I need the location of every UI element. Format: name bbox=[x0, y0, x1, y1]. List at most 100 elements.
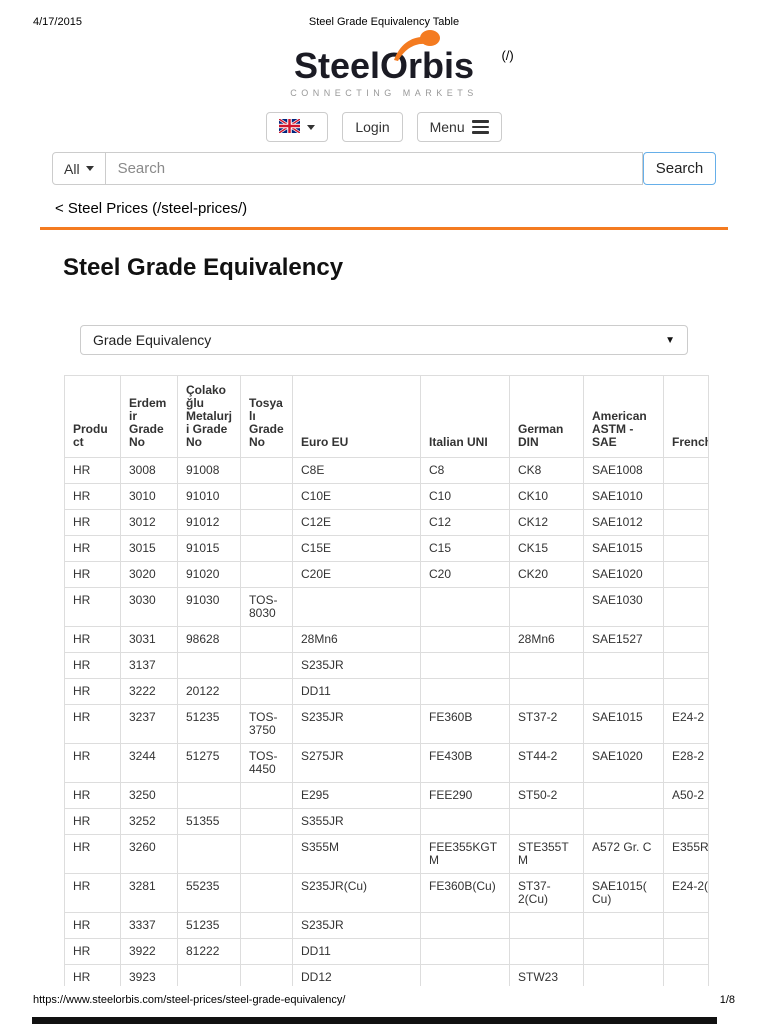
table-cell: A50-2 bbox=[663, 782, 708, 809]
table-cell: C10E bbox=[292, 483, 421, 510]
table-header: Product Erdemir Grade No Çolakoğlu Metalur… bbox=[64, 375, 708, 458]
login-button[interactable]: Login bbox=[342, 112, 403, 142]
table-cell: 3252 bbox=[120, 808, 178, 835]
table-cell: DD11 bbox=[292, 938, 421, 965]
table-cell: HR bbox=[64, 964, 121, 986]
table-cell: SAE1030 bbox=[583, 587, 664, 627]
breadcrumb-back-link[interactable]: < Steel Prices (/steel-prices/) bbox=[55, 200, 247, 217]
table-cell: 28Mn6 bbox=[292, 626, 421, 653]
table-cell: C10 bbox=[420, 483, 510, 510]
table-cell bbox=[583, 808, 664, 835]
select-caret-icon: ▼ bbox=[665, 334, 675, 346]
page-title: Steel Grade Equivalency bbox=[63, 254, 344, 281]
table-row: HR 3922 81222 DD11 bbox=[64, 938, 708, 965]
table-cell: HR bbox=[64, 457, 121, 484]
table-cell: SAE1012 bbox=[583, 509, 664, 536]
table-cell: CK10 bbox=[509, 483, 584, 510]
table-cell: E24-2(Cu) bbox=[663, 873, 708, 913]
table-cell: TOS-3750 bbox=[240, 704, 293, 744]
table-cell bbox=[663, 912, 708, 939]
table-cell bbox=[420, 587, 510, 627]
uk-flag-icon bbox=[278, 117, 302, 136]
table-cell: SAE1527 bbox=[583, 626, 664, 653]
table-cell bbox=[663, 535, 708, 562]
table-cell: S235JR bbox=[292, 652, 421, 679]
table-row: HR 3010 91010 C10E C10 CK10 SAE1010 bbox=[64, 483, 708, 510]
table-cell bbox=[583, 652, 664, 679]
table-cell: FEE290 bbox=[420, 782, 510, 809]
table-cell: 81222 bbox=[177, 938, 241, 965]
table-cell: DD11 bbox=[292, 678, 421, 705]
table-cell bbox=[420, 652, 510, 679]
table-cell: 51275 bbox=[177, 743, 241, 783]
table-cell: HR bbox=[64, 561, 121, 588]
column-header: German DIN bbox=[509, 375, 584, 458]
table-cell: STE355TM bbox=[509, 834, 584, 874]
chevron-down-icon bbox=[307, 124, 316, 130]
table-cell bbox=[583, 938, 664, 965]
table-cell: S235JR bbox=[292, 912, 421, 939]
table-cell bbox=[240, 457, 293, 484]
table-cell bbox=[663, 938, 708, 965]
table-cell bbox=[420, 678, 510, 705]
table-body: HR 3008 91008 C8E C8 CK8 SAE1008 HR 3010 91010 C10… bbox=[64, 457, 708, 986]
orange-divider bbox=[40, 227, 728, 230]
table-cell: 3281 bbox=[120, 873, 178, 913]
table-cell bbox=[240, 483, 293, 510]
search-scope-dropdown[interactable]: All bbox=[52, 152, 106, 185]
table-cell bbox=[663, 561, 708, 588]
brand-logo[interactable]: SteelOrbis bbox=[290, 46, 478, 86]
logo-swoosh-icon bbox=[392, 28, 444, 67]
table-cell: 28Mn6 bbox=[509, 626, 584, 653]
table-cell: 51235 bbox=[177, 704, 241, 744]
table-row: HR 3030 91030 TOS-8030 SAE1030 bbox=[64, 587, 708, 627]
table-row: HR 3250 E295 FEE290 ST50-2 A50-2 bbox=[64, 782, 708, 809]
table-cell bbox=[240, 561, 293, 588]
table-cell bbox=[583, 782, 664, 809]
table-cell: 3260 bbox=[120, 834, 178, 874]
search-scope-label: All bbox=[64, 160, 80, 177]
table-row: HR 3222 20122 DD11 bbox=[64, 678, 708, 705]
table-cell bbox=[583, 912, 664, 939]
table-cell: 55235 bbox=[177, 873, 241, 913]
table-cell: 98628 bbox=[177, 626, 241, 653]
table-row: HR 3281 55235 S235JR(Cu) FE360B(Cu) ST37-2(Cu… bbox=[64, 873, 708, 913]
table-cell: HR bbox=[64, 652, 121, 679]
table-cell: 3237 bbox=[120, 704, 178, 744]
root-link[interactable]: (/) bbox=[501, 48, 513, 63]
table-cell bbox=[663, 457, 708, 484]
table-cell bbox=[240, 912, 293, 939]
table-cell: S235JR bbox=[292, 704, 421, 744]
table-cell: 3015 bbox=[120, 535, 178, 562]
table-cell bbox=[240, 678, 293, 705]
table-cell: SAE1015 bbox=[583, 704, 664, 744]
table-cell: C8E bbox=[292, 457, 421, 484]
table-cell bbox=[420, 938, 510, 965]
table-cell: ST50-2 bbox=[509, 782, 584, 809]
table-cell bbox=[663, 509, 708, 536]
table-cell bbox=[240, 509, 293, 536]
column-header: Erdemir Grade No bbox=[120, 375, 178, 458]
table-cell: C12E bbox=[292, 509, 421, 536]
chevron-down-icon bbox=[85, 166, 94, 171]
table-cell bbox=[240, 938, 293, 965]
table-cell: DD12 bbox=[292, 964, 421, 986]
search-input[interactable] bbox=[105, 152, 643, 185]
table-cell: HR bbox=[64, 626, 121, 653]
table-row: HR 3012 91012 C12E C12 CK12 SAE1012 bbox=[64, 509, 708, 536]
table-row: HR 3015 91015 C15E C15 CK15 SAE1015 bbox=[64, 535, 708, 562]
equivalency-table: Product Erdemir Grade No Çolakoğlu Metalur… bbox=[64, 375, 708, 986]
table-cell: HR bbox=[64, 912, 121, 939]
table-row: HR 3031 98628 28Mn6 28Mn6 SAE1527 bbox=[64, 626, 708, 653]
table-cell bbox=[420, 964, 510, 986]
table-cell bbox=[509, 938, 584, 965]
menu-button[interactable]: Menu bbox=[416, 112, 502, 142]
search-button[interactable]: Search bbox=[643, 152, 716, 185]
table-cell: E28-2 bbox=[663, 743, 708, 783]
equivalency-table-container[interactable]: Product Erdemir Grade No Çolakoğlu Metalur… bbox=[64, 375, 709, 986]
table-cell: SAE1015 bbox=[583, 535, 664, 562]
grade-equivalency-select[interactable]: Grade Equivalency ▼ bbox=[80, 325, 688, 355]
print-document-title: Steel Grade Equivalency Table bbox=[308, 16, 460, 28]
table-cell: STW23 bbox=[509, 964, 584, 986]
language-dropdown-button[interactable] bbox=[266, 112, 329, 142]
